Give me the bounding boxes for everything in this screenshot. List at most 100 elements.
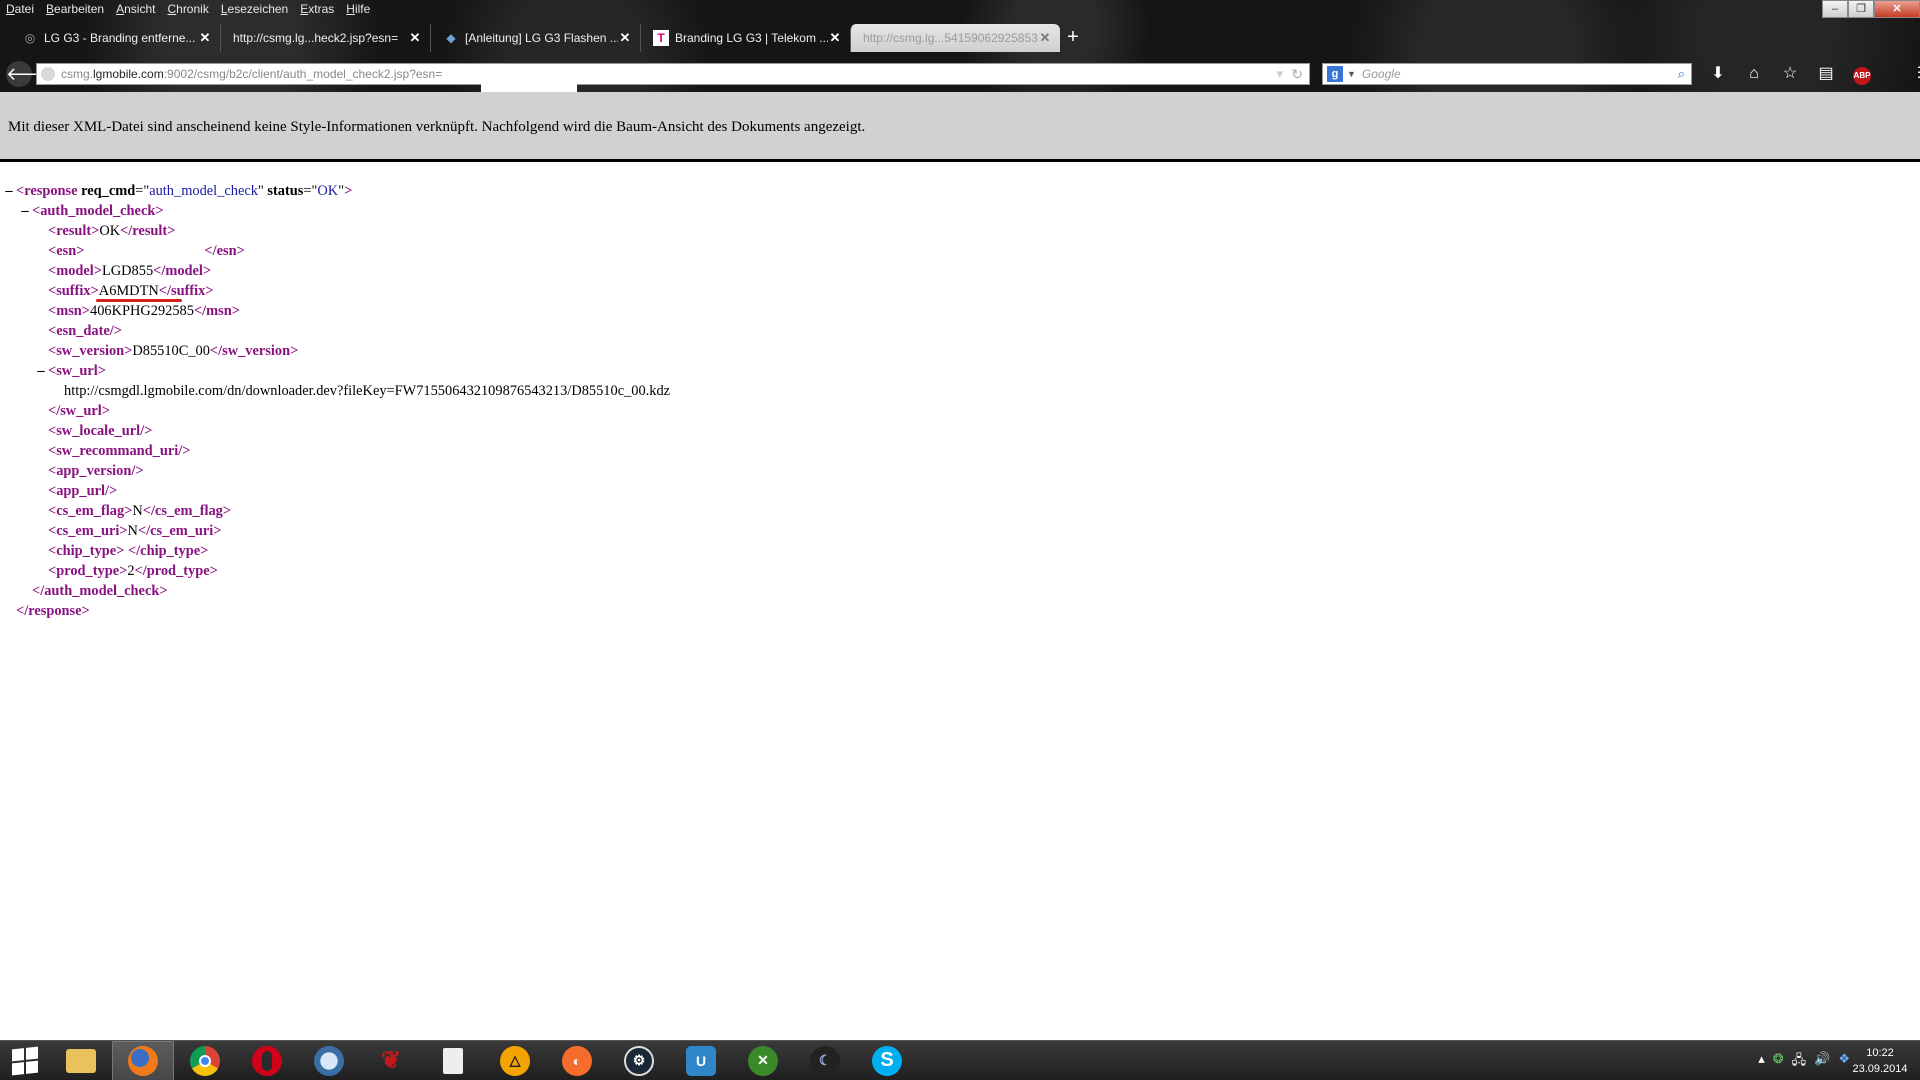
url-bar[interactable]: csmg. lgmobile.com:9002/csmg/b2c/client/a… (36, 63, 1310, 102)
xml-line-response-open: – <response req_cmd="auth_model_check" s… (0, 181, 1920, 201)
tray-overflow-icon[interactable]: ▴ (1758, 1051, 1765, 1073)
xml-tag-name: response (28, 603, 82, 619)
taskbar-dragon-app[interactable]: ❦ (360, 1041, 422, 1080)
origin-icon: ◐ (562, 1045, 592, 1076)
steam-icon: ⚙ (624, 1045, 654, 1076)
new-tab-button[interactable]: + (1060, 24, 1086, 52)
menu-bearbeiten[interactable]: Bearbeiten (40, 0, 110, 20)
bookmark-star-icon[interactable]: ☆ (1772, 61, 1808, 87)
home-icon[interactable]: ⌂ (1736, 61, 1772, 87)
taskbar-thunderbird[interactable] (298, 1041, 360, 1080)
tab-title: Branding LG G3 | Telekom ... (675, 31, 828, 45)
xml-line-result: <result>OK</result> (48, 223, 176, 239)
url-dropdown-icon[interactable]: ▾ (1276, 66, 1283, 82)
tab-anleitung[interactable]: ◆ [Anleitung] LG G3 Flashen ... ✕ (430, 24, 640, 52)
navigation-bar: 🡐 csmg. lgmobile.com:9002/csmg/b2c/client… (0, 57, 1920, 102)
xml-tag-name: auth_model_check (44, 583, 160, 599)
xml-tree: – <response req_cmd="auth_model_check" s… (0, 165, 1920, 621)
minimize-button[interactable]: – (1822, 0, 1848, 18)
xml-line-sw-recommand-uri: <sw_recommand_uri/> (48, 443, 191, 459)
reload-icon[interactable]: ↻ (1291, 66, 1303, 83)
menu-hilfe[interactable]: Hilfe (340, 0, 376, 20)
file-icon (443, 1047, 463, 1074)
taskbar-file-explorer[interactable] (50, 1041, 112, 1080)
browser-chrome: Datei Bearbeiten Ansicht Chronik Lesezei… (0, 0, 1920, 102)
search-bar[interactable]: g ▼ Google ⌕ (1322, 63, 1692, 85)
xml-line-sw-url-value: http://csmgdl.lgmobile.com/dn/downloader… (0, 381, 1920, 401)
xml-line-chip-type: <chip_type> </chip_type> (48, 543, 209, 559)
menu-lesezeichen[interactable]: Lesezeichen (215, 0, 294, 20)
xml-value-prod-type: 2 (127, 563, 135, 579)
taskbar-origin[interactable]: ◐ (546, 1041, 608, 1080)
tab-title: http://csmg.lg...54159062925853 (863, 31, 1038, 45)
menu-datei[interactable]: Datei (0, 0, 40, 20)
close-tab-icon[interactable]: ✕ (408, 30, 422, 46)
adblock-icon[interactable]: ABP (1844, 61, 1880, 87)
warning-triangle-icon: △ (500, 1045, 530, 1076)
start-button[interactable] (0, 1041, 50, 1080)
xml-line-prod-type: <prod_type>2</prod_type> (48, 563, 218, 579)
taskbar-firefox[interactable] (112, 1040, 174, 1080)
menu-ansicht[interactable]: Ansicht (110, 0, 161, 20)
close-window-button[interactable]: ✕ (1874, 0, 1920, 18)
menu-extras[interactable]: Extras (294, 0, 340, 20)
close-tab-icon[interactable]: ✕ (828, 30, 842, 46)
download-icon[interactable]: ⬇ (1700, 61, 1736, 87)
taskbar-xbox[interactable]: ✕ (732, 1041, 794, 1080)
taskbar: ❦ △ ◐ ⚙ U ✕ ☾ S ▴ ❂ 🖧 🔊 ❖ 10:22 23.09.20… (0, 1040, 1920, 1080)
search-icon[interactable]: ⌕ (1678, 66, 1685, 82)
tray-app-icon[interactable]: ❂ (1773, 1051, 1784, 1073)
xml-attr-name: req_cmd (81, 183, 136, 199)
taskbar-skype[interactable]: S (856, 1041, 918, 1080)
chrome-icon (190, 1045, 220, 1076)
menu-icon[interactable]: ☰ (1906, 61, 1920, 87)
xml-value-sw-version: D85510C_00 (132, 343, 210, 359)
dropbox-icon[interactable]: ❖ (1838, 1051, 1850, 1073)
xml-value-result: OK (99, 223, 121, 239)
network-icon[interactable]: 🖧 (1792, 1051, 1807, 1073)
taskbar-vlc[interactable]: △ (484, 1041, 546, 1080)
tab-telekom[interactable]: T Branding LG G3 | Telekom ... ✕ (640, 24, 850, 52)
maximize-button[interactable]: ❐ (1848, 0, 1874, 18)
xml-line-esn: <esn> </esn> (48, 243, 245, 259)
google-icon[interactable]: g (1327, 66, 1343, 82)
xml-line-response-close: </response> (16, 603, 90, 619)
close-tab-icon[interactable]: ✕ (198, 30, 212, 46)
taskbar-steam[interactable]: ⚙ (608, 1041, 670, 1080)
tab-active-csmg[interactable]: http://csmg.lg...54159062925853 ✕ (850, 24, 1060, 52)
site-identity-icon[interactable] (41, 67, 55, 81)
forum-icon: ◆ (446, 31, 456, 45)
xml-value-sw-url: http://csmgdl.lgmobile.com/dn/downloader… (64, 383, 671, 399)
volume-icon[interactable]: 🔊 (1814, 1051, 1830, 1073)
clock[interactable]: 10:22 23.09.2014 (1850, 1045, 1910, 1077)
chevron-down-icon[interactable]: ▼ (1347, 69, 1356, 79)
windows-logo-icon (12, 1046, 38, 1075)
xml-line-sw-locale-url: <sw_locale_url/> (48, 423, 153, 439)
firefox-icon (128, 1045, 158, 1076)
xml-line-suffix: <suffix>A6MDTN</suffix> (0, 281, 1920, 302)
tab-lg-g3-branding[interactable]: ◎ LG G3 - Branding entferne... ✕ (10, 24, 220, 52)
xml-info-text: Mit dieser XML-Datei sind anscheinend ke… (8, 119, 866, 135)
taskbar-chrome[interactable] (174, 1041, 236, 1080)
xml-line-model: <model>LGD855</model> (48, 263, 212, 279)
collapse-icon[interactable]: – (18, 201, 32, 221)
taskbar-uplay[interactable]: U (670, 1041, 732, 1080)
window-controls: – ❐ ✕ (1822, 0, 1920, 18)
xml-info-banner: Mit dieser XML-Datei sind anscheinend ke… (0, 92, 1920, 162)
toolbar-icons: ⬇ ⌂ ☆ ▤ ABP ☰ (1700, 61, 1920, 87)
taskbar-app[interactable]: ☾ (794, 1041, 856, 1080)
xml-value-cs-em-flag: N (132, 503, 143, 519)
close-tab-icon[interactable]: ✕ (618, 30, 632, 46)
xml-line-cs-em-uri: <cs_em_uri>N</cs_em_uri> (48, 523, 222, 539)
close-tab-icon[interactable]: ✕ (1038, 30, 1052, 46)
bookmarks-list-icon[interactable]: ▤ (1808, 61, 1844, 87)
back-button[interactable]: 🡐 (6, 61, 54, 87)
menu-chronik[interactable]: Chronik (161, 0, 214, 20)
collapse-icon[interactable]: – (2, 181, 16, 201)
tab-csmg-check[interactable]: http://csmg.lg...heck2.jsp?esn= ✕ (220, 24, 430, 52)
taskbar-opera[interactable] (236, 1041, 298, 1080)
collapse-icon[interactable]: – (34, 361, 48, 381)
taskbar-file[interactable] (422, 1041, 484, 1080)
xml-attr-value: OK (317, 183, 339, 199)
xml-value-msn: 406KPHG292585 (90, 303, 194, 319)
